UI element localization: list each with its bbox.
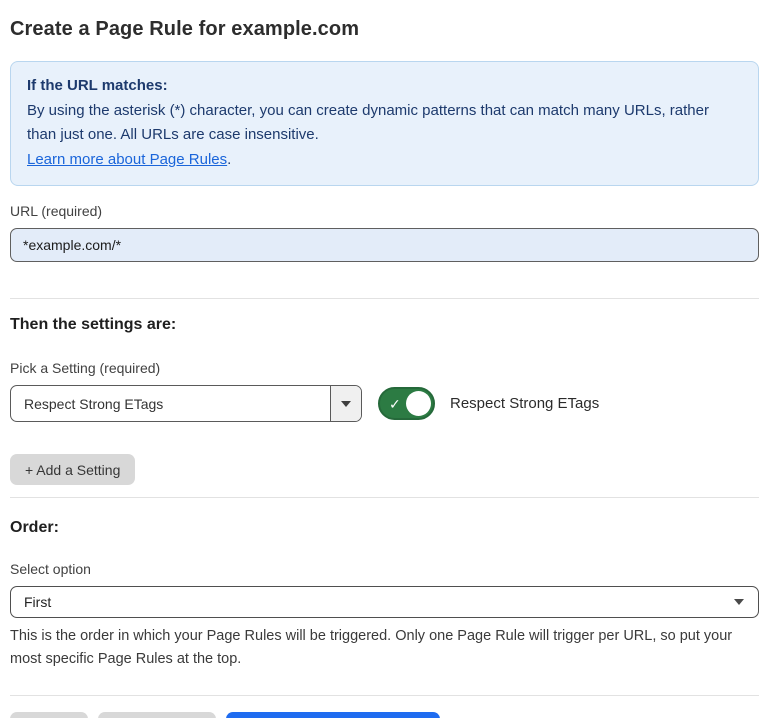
- order-select-value: First: [24, 594, 51, 610]
- info-box-link-line: Learn more about Page Rules.: [27, 148, 742, 173]
- setting-select-caret-button[interactable]: [330, 386, 361, 421]
- create-page-rule-form: Create a Page Rule for example.com If th…: [0, 0, 769, 718]
- settings-section-heading: Then the settings are:: [10, 316, 759, 334]
- order-select[interactable]: First: [10, 586, 759, 618]
- setting-row: Respect Strong ETags ✓ Respect Strong ET…: [10, 385, 759, 422]
- setting-select-value: Respect Strong ETags: [11, 396, 163, 412]
- save-as-draft-button[interactable]: Save as Draft: [98, 712, 217, 718]
- order-section-heading: Order:: [10, 519, 759, 537]
- order-help-text: This is the order in which your Page Rul…: [10, 625, 755, 671]
- link-suffix: .: [227, 151, 231, 168]
- save-and-deploy-button[interactable]: Save and Deploy Page Rule: [226, 712, 440, 718]
- url-input[interactable]: [10, 228, 759, 262]
- url-match-info-box: If the URL matches: By using the asteris…: [10, 61, 759, 186]
- check-icon: ✓: [389, 397, 401, 411]
- caret-down-icon: [734, 599, 744, 605]
- footer-actions: Cancel Save as Draft Save and Deploy Pag…: [10, 712, 759, 718]
- order-select-label: Select option: [10, 561, 759, 577]
- footer-divider: [10, 695, 759, 696]
- section-divider: [10, 497, 759, 498]
- setting-select[interactable]: Respect Strong ETags: [10, 385, 362, 422]
- add-setting-button[interactable]: + Add a Setting: [10, 454, 135, 485]
- cancel-button[interactable]: Cancel: [10, 712, 88, 718]
- info-box-heading: If the URL matches:: [27, 74, 742, 99]
- toggle-label: Respect Strong ETags: [450, 395, 599, 412]
- url-field-label: URL (required): [10, 203, 759, 219]
- info-box-body: By using the asterisk (*) character, you…: [27, 99, 742, 148]
- setting-picker-label: Pick a Setting (required): [10, 360, 759, 376]
- learn-more-link[interactable]: Learn more about Page Rules: [27, 151, 227, 168]
- page-title: Create a Page Rule for example.com: [10, 18, 759, 41]
- toggle-knob: [406, 391, 431, 416]
- section-divider: [10, 298, 759, 299]
- respect-strong-etags-toggle[interactable]: ✓: [378, 387, 435, 420]
- caret-down-icon: [341, 401, 351, 407]
